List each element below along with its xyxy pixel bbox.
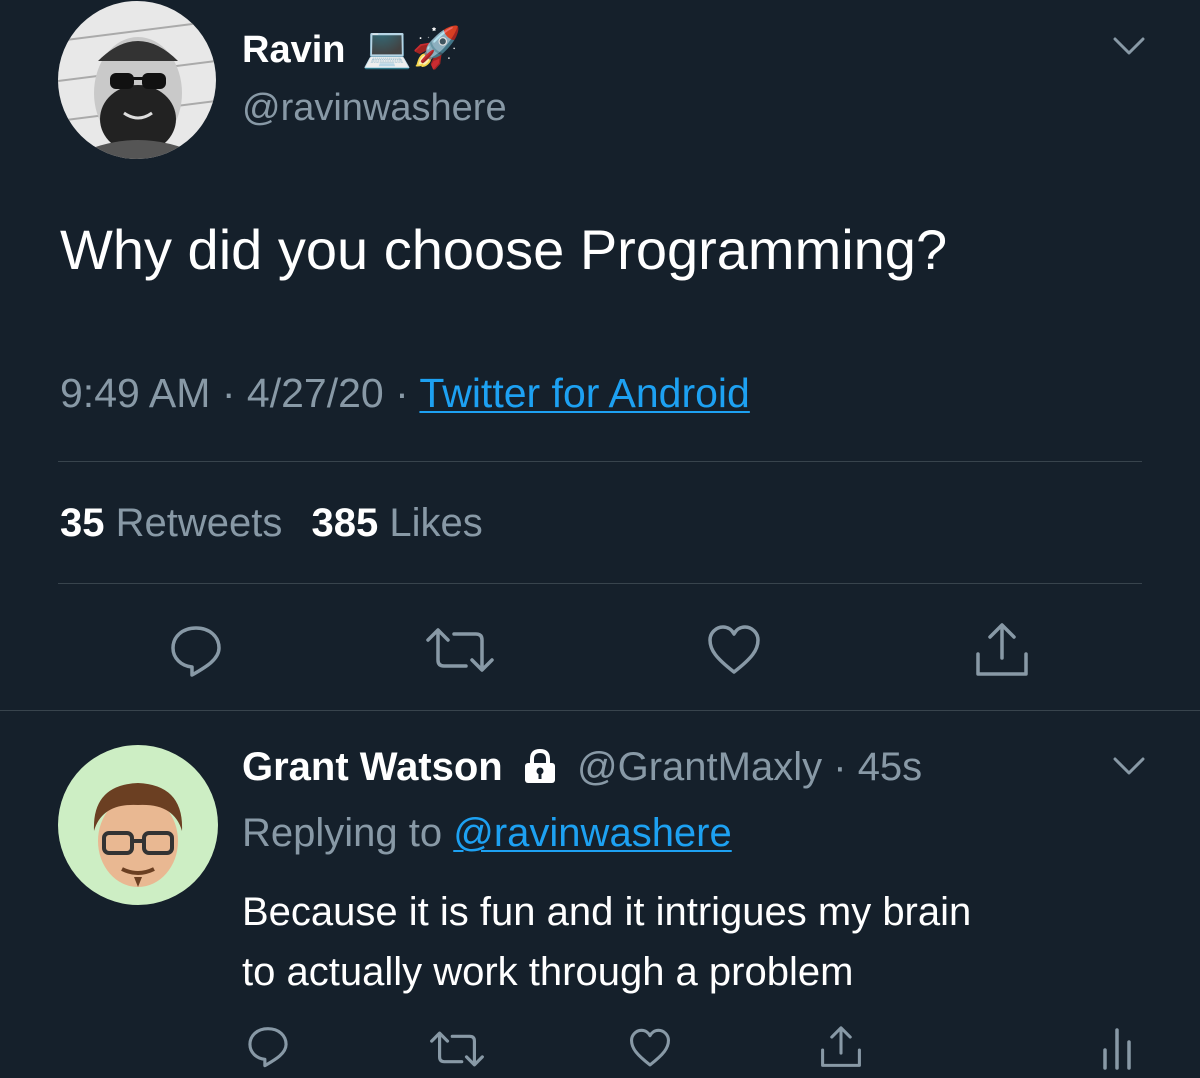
divider	[0, 710, 1200, 711]
chevron-down-icon[interactable]	[1112, 754, 1146, 778]
tweet-date: 4/27/20	[246, 370, 384, 416]
tweet-stats: 35 Retweets 385 Likes	[60, 498, 483, 548]
likes-label: Likes	[389, 501, 483, 545]
replying-to-label: Replying to	[242, 811, 443, 855]
reply-icon[interactable]	[246, 1024, 290, 1068]
like-count: 385	[311, 501, 379, 545]
meta-separator: ·	[833, 745, 847, 789]
reply-icon[interactable]	[168, 622, 224, 678]
likes-stat[interactable]: 385 Likes	[312, 501, 483, 545]
tweet-text: Why did you choose Programming?	[60, 218, 948, 281]
author-handle[interactable]: @ravinwashere	[242, 86, 507, 130]
like-icon[interactable]	[706, 624, 762, 676]
replying-to: Replying to @ravinwashere	[242, 808, 732, 858]
reply-header: Grant Watson @GrantMaxly · 45s	[242, 742, 922, 796]
retweet-icon[interactable]	[424, 626, 496, 674]
reply-author-name[interactable]: Grant Watson	[242, 745, 503, 789]
reply-age: 45s	[857, 745, 923, 789]
divider	[58, 583, 1142, 584]
share-icon[interactable]	[972, 620, 1032, 680]
meta-separator: ·	[221, 370, 236, 416]
retweet-icon[interactable]	[428, 1030, 486, 1068]
ravin-avatar[interactable]	[58, 1, 216, 159]
lock-icon	[520, 746, 560, 796]
share-icon[interactable]	[818, 1024, 864, 1070]
retweet-count: 35	[60, 501, 105, 545]
replying-to-handle-link[interactable]: @ravinwashere	[453, 811, 732, 855]
reply-text-line: to actually work through a problem	[242, 950, 854, 994]
reply-author-handle[interactable]: @GrantMaxly	[577, 745, 822, 789]
tweet-meta: 9:49 AM · 4/27/20 · Twitter for Android	[60, 368, 750, 418]
tweet-time: 9:49 AM	[60, 370, 211, 416]
author-name[interactable]: Ravin	[242, 28, 345, 72]
analytics-icon[interactable]	[1100, 1026, 1134, 1070]
author-emojis: 💻🚀	[362, 26, 462, 70]
tweet-source-link[interactable]: Twitter for Android	[419, 370, 749, 416]
retweets-stat[interactable]: 35 Retweets	[60, 501, 294, 545]
divider	[58, 461, 1142, 462]
retweets-label: Retweets	[115, 501, 283, 545]
like-icon[interactable]	[628, 1028, 672, 1068]
reply-text: Because it is fun and it intrigues my br…	[242, 882, 971, 1002]
meta-separator: ·	[395, 370, 409, 416]
reply-text-line: Because it is fun and it intrigues my br…	[242, 890, 972, 934]
chevron-down-icon[interactable]	[1112, 34, 1146, 58]
grant-avatar[interactable]	[58, 745, 218, 905]
